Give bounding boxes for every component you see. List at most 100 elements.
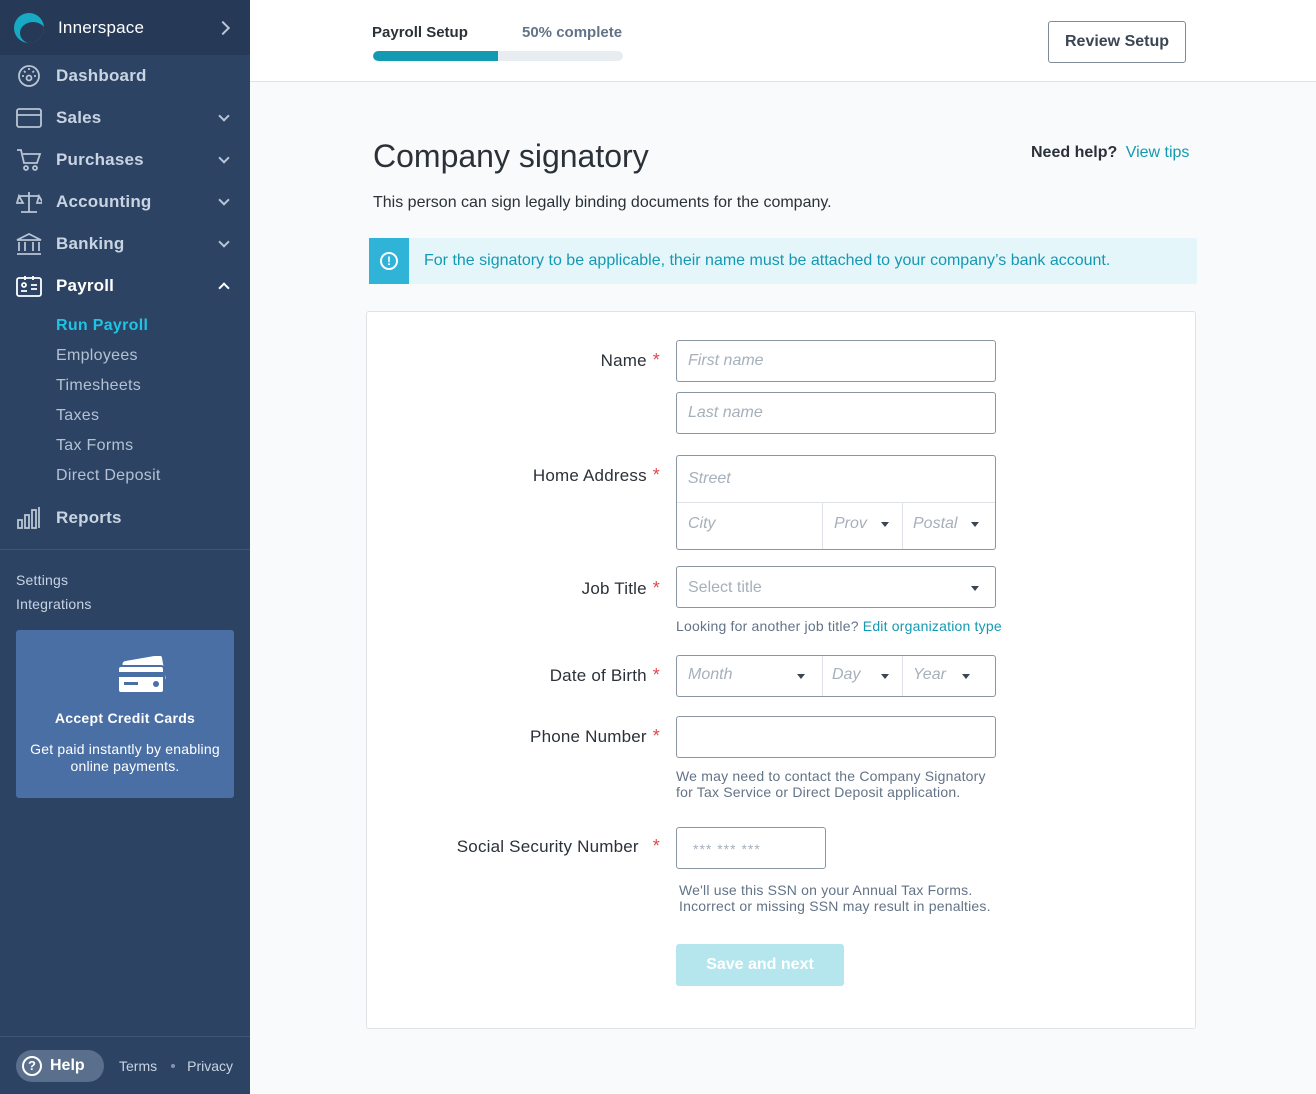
caret-down-icon [962, 674, 970, 679]
year-select[interactable]: Year [913, 666, 946, 684]
phone-hint: We may need to contact the Company Signa… [676, 768, 986, 800]
caret-down-icon [797, 674, 805, 679]
nav-label: Banking [56, 234, 125, 253]
name-label: Name * [600, 350, 660, 370]
subnav-item-taxes[interactable]: Taxes [56, 401, 250, 431]
chevron-right-icon[interactable] [215, 20, 231, 35]
promo-title: Accept Credit Cards [54, 710, 196, 726]
subnav-item-direct-deposit[interactable]: Direct Deposit [56, 461, 250, 491]
required-mark: * [652, 350, 660, 370]
nav-item-accounting[interactable]: Accounting [0, 181, 250, 223]
subnav-item-employees[interactable]: Employees [56, 341, 250, 371]
view-tips-link[interactable]: View tips [1126, 144, 1190, 161]
sidebar-small-links: Settings Integrations [0, 550, 250, 616]
caret-down-icon [881, 522, 889, 527]
question-icon: ? [22, 1055, 42, 1076]
info-icon: ! [369, 238, 409, 284]
nav-label: Dashboard [56, 66, 147, 85]
save-and-next-button[interactable]: Save and next [676, 944, 844, 986]
home-address-label: Home Address * [532, 465, 660, 485]
required-mark: * [652, 836, 660, 856]
progress-label: Payroll Setup [372, 24, 468, 41]
job-title-placeholder: Select title [688, 579, 762, 596]
ssn-placeholder: *** *** *** [693, 841, 761, 857]
chevron-down-icon [218, 110, 230, 122]
info-notice: ! For the signatory to be applicable, th… [369, 238, 1197, 284]
ssn-label: Social Security Number * [456, 836, 660, 856]
job-title-select[interactable]: Select title [676, 566, 996, 608]
settings-link[interactable]: Settings [16, 568, 234, 592]
ssn-input[interactable]: *** *** *** [676, 827, 826, 869]
caret-down-icon [971, 522, 979, 527]
integrations-link[interactable]: Integrations [16, 592, 234, 616]
required-mark: * [652, 726, 660, 746]
required-mark: * [652, 665, 660, 685]
nav-item-banking[interactable]: Banking [0, 223, 250, 265]
brand-header[interactable]: Innerspace [0, 0, 250, 55]
street-input[interactable]: Street [688, 470, 731, 488]
phone-label: Phone Number * [530, 726, 660, 746]
nav-item-sales[interactable]: Sales [0, 97, 250, 139]
nav-label: Sales [56, 108, 102, 127]
nav-item-dashboard[interactable]: Dashboard [0, 55, 250, 97]
page-subtitle: This person can sign legally binding doc… [373, 194, 832, 211]
nav-item-payroll[interactable]: Payroll [0, 265, 250, 307]
progress-bar-fill [373, 51, 498, 61]
ssn-hint: We'll use this SSN on your Annual Tax Fo… [679, 882, 991, 914]
nav-label: Purchases [56, 150, 144, 169]
caret-down-icon [971, 586, 979, 591]
credit-cards-icon [117, 656, 166, 694]
edit-organization-type-link[interactable]: Edit organization type [863, 618, 1002, 634]
month-select[interactable]: Month [688, 666, 732, 684]
chevron-down-icon [218, 236, 230, 248]
subnav-item-tax-forms[interactable]: Tax Forms [56, 431, 250, 461]
help-button[interactable]: ? Help [16, 1049, 104, 1082]
card-icon [16, 106, 42, 130]
cart-icon [16, 148, 42, 172]
sidebar: Innerspace Dashboard Sales Purchases Acc… [0, 0, 250, 1094]
dashboard-icon [16, 64, 42, 88]
required-mark: * [652, 578, 660, 598]
review-setup-button[interactable]: Review Setup [1048, 21, 1186, 63]
subnav-item-timesheets[interactable]: Timesheets [56, 371, 250, 401]
top-bar: Payroll Setup 50% complete Review Setup [250, 0, 1316, 82]
promo-text: Get paid instantly by enabling online pa… [30, 741, 220, 774]
nav-label: Payroll [56, 276, 115, 295]
brand-name: Innerspace [58, 17, 145, 37]
page-title: Company signatory [373, 138, 649, 174]
city-input[interactable]: City [688, 515, 716, 533]
progress-bar [373, 51, 623, 61]
bar-chart-icon [16, 506, 42, 530]
privacy-link[interactable]: Privacy [187, 1058, 233, 1074]
sidebar-footer: ? Help Terms Privacy [0, 1036, 250, 1094]
caret-down-icon [881, 674, 889, 679]
help-tips: Need help? View tips [1031, 144, 1189, 162]
terms-link[interactable]: Terms [119, 1058, 157, 1074]
chevron-up-icon [218, 282, 230, 294]
progress-percent: 50% complete [522, 24, 623, 41]
postal-select[interactable]: Postal [913, 515, 957, 533]
subnav-item-run-payroll[interactable]: Run Payroll [56, 311, 250, 341]
chevron-down-icon [218, 152, 230, 164]
help-question: Need help? [1031, 144, 1118, 161]
job-title-hint: Looking for another job title? Edit orga… [676, 618, 1002, 634]
scale-icon [16, 190, 42, 214]
first-name-input[interactable] [676, 340, 996, 382]
job-title-label: Job Title * [581, 578, 660, 598]
phone-input[interactable] [676, 716, 996, 758]
province-select[interactable]: Prov [834, 515, 867, 533]
nav-label: Accounting [56, 192, 152, 211]
brand-logo-icon [14, 12, 44, 43]
required-mark: * [652, 465, 660, 485]
chevron-down-icon [218, 194, 230, 206]
bank-icon [16, 232, 42, 256]
dob-label: Date of Birth * [549, 665, 660, 685]
id-badge-icon [16, 274, 42, 298]
nav-item-reports[interactable]: Reports [0, 497, 250, 539]
separator-dot [171, 1063, 176, 1068]
nav-item-purchases[interactable]: Purchases [0, 139, 250, 181]
nav-label: Reports [56, 508, 122, 527]
last-name-input[interactable] [676, 392, 996, 434]
day-select[interactable]: Day [832, 666, 860, 684]
promo-card[interactable]: Accept Credit Cards Get paid instantly b… [16, 630, 234, 798]
